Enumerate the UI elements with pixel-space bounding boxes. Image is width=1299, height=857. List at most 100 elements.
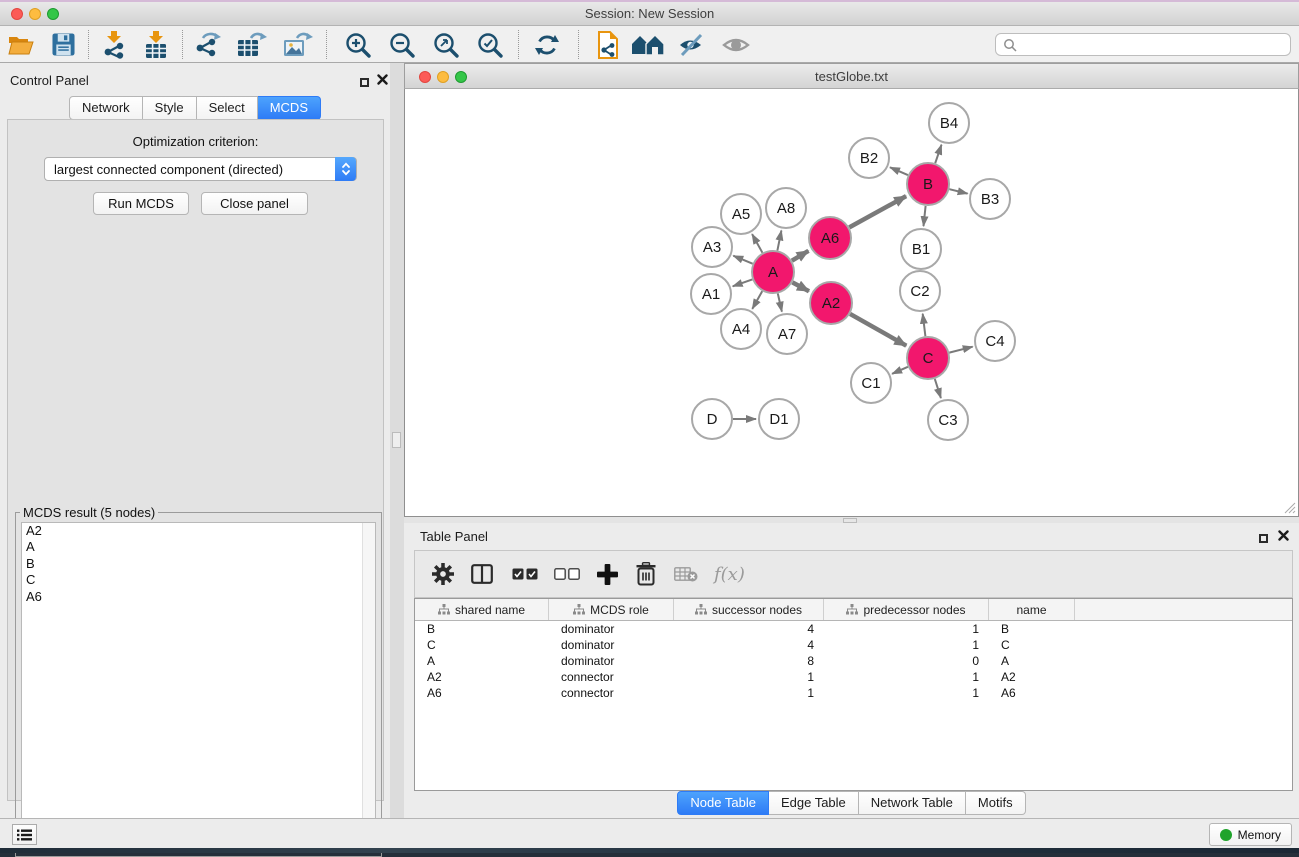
tab-node-table[interactable]: Node Table bbox=[677, 791, 769, 815]
result-item[interactable]: C bbox=[22, 572, 375, 588]
column-header-predecessor-nodes[interactable]: predecessor nodes bbox=[824, 599, 989, 620]
table-cell[interactable]: 1 bbox=[824, 669, 989, 685]
tab-network-table[interactable]: Network Table bbox=[859, 791, 966, 815]
tab-mcds[interactable]: MCDS bbox=[258, 96, 321, 120]
open-session-button[interactable] bbox=[6, 26, 36, 63]
table-options-button[interactable] bbox=[432, 563, 454, 585]
delete-columns-button[interactable] bbox=[636, 562, 656, 586]
column-header-shared-name[interactable]: shared name bbox=[415, 599, 549, 620]
graph-edge-A6-B[interactable] bbox=[849, 196, 906, 227]
zoom-selected-button[interactable] bbox=[474, 26, 506, 63]
table-cell[interactable]: connector bbox=[549, 685, 674, 701]
result-scrollbar[interactable] bbox=[362, 523, 375, 849]
graph-edge-C-C3[interactable] bbox=[935, 379, 941, 398]
export-image-button[interactable] bbox=[281, 26, 315, 63]
table-cell[interactable]: A2 bbox=[415, 669, 549, 685]
graph-edge-A-A1[interactable] bbox=[733, 279, 753, 286]
refresh-view-button[interactable] bbox=[531, 26, 563, 63]
table-cell[interactable]: 1 bbox=[824, 685, 989, 701]
criterion-select[interactable]: largest connected component (directed) bbox=[44, 157, 357, 181]
network-from-selection-button[interactable] bbox=[592, 26, 624, 63]
deselect-all-button[interactable] bbox=[554, 568, 580, 580]
result-item[interactable]: A6 bbox=[22, 589, 375, 605]
export-network-button[interactable] bbox=[191, 26, 223, 63]
table-row[interactable]: A2connector11A2 bbox=[415, 669, 1292, 685]
import-table-button[interactable] bbox=[140, 26, 172, 63]
graph-edge-A-A4[interactable] bbox=[752, 291, 762, 309]
zoom-out-button[interactable] bbox=[386, 26, 418, 63]
table-cell[interactable]: A6 bbox=[989, 685, 1075, 701]
network-canvas[interactable]: B4B2BB3A5A8A6B1A3AC2A1A2A4A7C4CC1C3DD1 bbox=[404, 89, 1299, 517]
memory-button[interactable]: Memory bbox=[1209, 823, 1292, 846]
graph-edge-A2-C[interactable] bbox=[850, 314, 906, 346]
graph-edge-C-C1[interactable] bbox=[892, 367, 908, 374]
show-columns-button[interactable] bbox=[471, 564, 493, 584]
resize-grip-icon[interactable] bbox=[1284, 502, 1296, 514]
table-close-button[interactable] bbox=[1278, 528, 1289, 539]
vertical-split-divider[interactable] bbox=[390, 63, 404, 818]
graph-edge-A-A5[interactable] bbox=[752, 234, 762, 253]
level-of-detail-button[interactable] bbox=[674, 26, 708, 63]
table-cell[interactable]: 1 bbox=[824, 621, 989, 637]
graph-edge-A-A7[interactable] bbox=[778, 294, 782, 312]
tab-edge-table[interactable]: Edge Table bbox=[769, 791, 859, 815]
search-input[interactable] bbox=[1021, 38, 1281, 52]
table-cell[interactable]: B bbox=[415, 621, 549, 637]
divider-grip[interactable] bbox=[392, 432, 401, 448]
table-row[interactable]: Adominator80A bbox=[415, 653, 1292, 669]
table-cell[interactable]: dominator bbox=[549, 621, 674, 637]
table-cell[interactable]: dominator bbox=[549, 637, 674, 653]
column-header-successor-nodes[interactable]: successor nodes bbox=[674, 599, 824, 620]
table-cell[interactable]: A2 bbox=[989, 669, 1075, 685]
close-panel-button-inner[interactable]: Close panel bbox=[201, 192, 308, 215]
search-field[interactable] bbox=[995, 33, 1291, 56]
graph-edge-A-A3[interactable] bbox=[733, 256, 752, 264]
graph-edge-B-B1[interactable] bbox=[924, 206, 926, 226]
table-cell[interactable]: 4 bbox=[674, 621, 824, 637]
home-button[interactable] bbox=[630, 26, 666, 63]
tab-style[interactable]: Style bbox=[143, 96, 197, 120]
tab-select[interactable]: Select bbox=[197, 96, 258, 120]
delete-table-button[interactable] bbox=[674, 566, 698, 582]
graph-edge-A-A2[interactable] bbox=[792, 282, 809, 291]
result-item[interactable]: A bbox=[22, 539, 375, 555]
table-cell[interactable]: 0 bbox=[824, 653, 989, 669]
preview-button[interactable] bbox=[719, 26, 753, 63]
table-cell[interactable]: 1 bbox=[674, 669, 824, 685]
table-row[interactable]: A6connector11A6 bbox=[415, 685, 1292, 701]
table-cell[interactable]: A bbox=[989, 653, 1075, 669]
result-item[interactable]: A2 bbox=[22, 523, 375, 539]
table-cell[interactable]: 4 bbox=[674, 637, 824, 653]
zoom-in-button[interactable] bbox=[342, 26, 374, 63]
graph-edge-B-B4[interactable] bbox=[935, 145, 941, 164]
table-float-button[interactable] bbox=[1259, 530, 1270, 541]
table-cell[interactable]: 1 bbox=[674, 685, 824, 701]
table-cell[interactable]: C bbox=[989, 637, 1075, 653]
table-cell[interactable]: A bbox=[415, 653, 549, 669]
table-cell[interactable]: B bbox=[989, 621, 1075, 637]
graph-edge-B-B3[interactable] bbox=[949, 189, 967, 193]
add-column-button[interactable] bbox=[597, 564, 618, 585]
task-history-button[interactable] bbox=[12, 824, 37, 845]
table-cell[interactable]: dominator bbox=[549, 653, 674, 669]
save-session-button[interactable] bbox=[48, 26, 78, 63]
close-panel-button[interactable] bbox=[377, 72, 388, 83]
table-cell[interactable]: A6 bbox=[415, 685, 549, 701]
table-cell[interactable]: 8 bbox=[674, 653, 824, 669]
tab-network[interactable]: Network bbox=[69, 96, 143, 120]
column-header-name[interactable]: name bbox=[989, 599, 1075, 620]
graph-edge-C-C2[interactable] bbox=[923, 314, 926, 336]
graph-edge-C-C4[interactable] bbox=[949, 347, 972, 353]
graph-edge-B-B2[interactable] bbox=[890, 167, 908, 175]
run-mcds-button[interactable]: Run MCDS bbox=[93, 192, 189, 215]
table-cell[interactable]: 1 bbox=[824, 637, 989, 653]
table-row[interactable]: Bdominator41B bbox=[415, 621, 1292, 637]
graph-edge-A-A6[interactable] bbox=[792, 251, 809, 261]
table-cell[interactable]: connector bbox=[549, 669, 674, 685]
column-header-MCDS-role[interactable]: MCDS role bbox=[549, 599, 674, 620]
result-item[interactable]: B bbox=[22, 556, 375, 572]
function-builder-button[interactable]: f(x) bbox=[714, 564, 745, 585]
zoom-fit-button[interactable] bbox=[430, 26, 462, 63]
import-network-button[interactable] bbox=[98, 26, 130, 63]
export-table-button[interactable] bbox=[235, 26, 269, 63]
